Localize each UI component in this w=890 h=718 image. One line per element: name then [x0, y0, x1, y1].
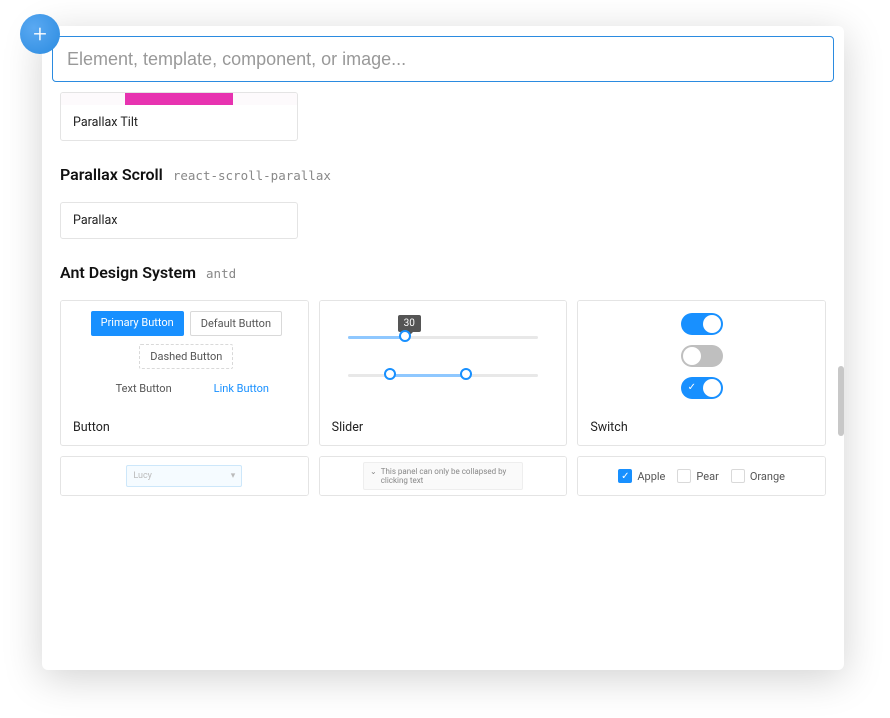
card-label: Slider	[320, 410, 567, 445]
tilt-shape	[125, 93, 233, 105]
card-grid: Primary Button Default Button Dashed But…	[60, 300, 826, 496]
checkbox-pear: Pear	[677, 469, 718, 483]
checkbox-icon	[731, 469, 745, 483]
insert-panel: Parallax Tilt Parallax Scroll react-scro…	[42, 26, 844, 670]
slider-tooltip: 30	[398, 315, 421, 332]
chevron-down-icon: ⌄	[370, 467, 377, 476]
card-preview: ⌄ This panel can only be collapsed by cl…	[320, 457, 567, 495]
card-preview: Primary Button Default Button Dashed But…	[61, 301, 308, 410]
checkbox-label: Orange	[750, 470, 785, 483]
select-box: Lucy ▾	[126, 465, 242, 487]
card-preview: 30	[320, 301, 567, 410]
plus-icon: +	[33, 20, 47, 48]
chevron-down-icon: ▾	[231, 471, 236, 481]
card-parallax[interactable]: PARALLAX Parallax	[60, 202, 298, 239]
slider-handle	[384, 368, 396, 380]
add-button[interactable]: +	[20, 14, 60, 54]
search-wrap	[42, 26, 844, 92]
card-select[interactable]: Lucy ▾	[60, 456, 309, 496]
card-checkbox[interactable]: ✓ Apple Pear Orange	[577, 456, 826, 496]
section-package: react-scroll-parallax	[173, 168, 331, 183]
card-label: Parallax Tilt	[61, 105, 297, 140]
slider-handle	[460, 368, 472, 380]
section-header-parallax-scroll: Parallax Scroll react-scroll-parallax	[60, 165, 826, 184]
checkbox-label: Apple	[637, 470, 665, 483]
card-preview: Lucy ▾	[61, 457, 308, 495]
collapse-text: This panel can only be collapsed by clic…	[381, 467, 516, 485]
section-package: antd	[206, 266, 236, 281]
card-switch[interactable]: ✓ Switch	[577, 300, 826, 446]
switch-checked: ✓	[681, 377, 723, 399]
panel-content[interactable]: Parallax Tilt Parallax Scroll react-scro…	[42, 92, 844, 670]
card-label: Switch	[578, 410, 825, 445]
card-button[interactable]: Primary Button Default Button Dashed But…	[60, 300, 309, 446]
card-label: Button	[61, 410, 308, 445]
switch-on	[681, 313, 723, 335]
scrollbar[interactable]	[838, 366, 844, 436]
checkbox-orange: Orange	[731, 469, 785, 483]
card-collapse[interactable]: ⌄ This panel can only be collapsed by cl…	[319, 456, 568, 496]
collapse-panel: ⌄ This panel can only be collapsed by cl…	[363, 462, 523, 490]
check-icon: ✓	[688, 382, 696, 393]
checkbox-apple: ✓ Apple	[618, 469, 665, 483]
checkbox-icon: ✓	[618, 469, 632, 483]
checkbox-icon	[677, 469, 691, 483]
default-button-sample: Default Button	[190, 311, 282, 336]
primary-button-sample: Primary Button	[91, 311, 184, 336]
dashed-button-sample: Dashed Button	[139, 344, 233, 369]
text-button-sample: Text Button	[106, 377, 182, 400]
link-button-sample: Link Button	[204, 377, 279, 400]
search-input[interactable]	[52, 36, 834, 82]
card-label: Parallax	[61, 203, 297, 238]
card-preview	[61, 93, 297, 105]
section-title: Parallax Scroll	[60, 165, 163, 184]
slider-track-1	[348, 332, 538, 342]
checkbox-label: Pear	[696, 470, 718, 483]
section-title: Ant Design System	[60, 263, 196, 282]
card-preview: ✓ Apple Pear Orange	[578, 457, 825, 495]
slider-track-2	[348, 370, 538, 380]
section-header-antd: Ant Design System antd	[60, 263, 826, 282]
switch-off	[681, 345, 723, 367]
card-parallax-tilt[interactable]: Parallax Tilt	[60, 92, 298, 141]
card-slider[interactable]: 30 Slider	[319, 300, 568, 446]
select-value: Lucy	[133, 471, 152, 481]
card-preview: ✓	[578, 301, 825, 410]
slider-handle	[399, 330, 411, 342]
